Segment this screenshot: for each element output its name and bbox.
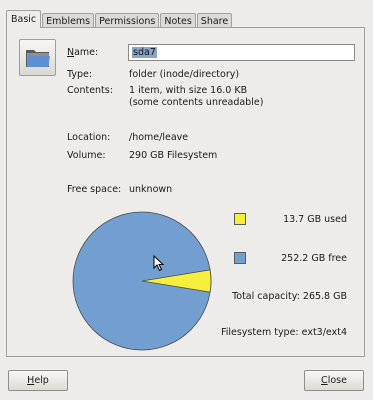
tab-permissions[interactable]: Permissions [95,13,160,28]
help-button[interactable]: Help [8,370,68,391]
contents-label: Contents: [67,85,113,96]
name-value: sda7 [132,47,157,58]
contents-value-line1: 1 item, with size 16.0 KB [129,85,248,96]
tab-share[interactable]: Share [196,13,233,28]
used-color-swatch [234,213,246,225]
contents-value-line2: (some contents unreadable) [129,97,264,108]
type-label: Type: [67,69,93,80]
folder-icon [25,49,50,67]
used-legend-label: 13.7 GB used [283,214,347,225]
tab-notes[interactable]: Notes [160,13,196,28]
volume-value: 290 GB Filesystem [129,150,218,161]
tab-basic[interactable]: Basic [6,10,42,28]
help-button-label: Help [27,375,49,386]
free-legend-label: 252.2 GB free [281,253,347,264]
name-field[interactable]: sda7 [128,44,355,61]
folder-icon-button[interactable] [19,39,56,76]
close-button[interactable]: Close [304,370,364,391]
basic-tab-panel: Name: sda7 Type: folder (inode/directory… [6,27,365,357]
location-label: Location: [67,132,111,143]
name-label: Name: [67,47,99,58]
usage-pie-chart [72,211,212,351]
total-capacity-label: Total capacity: 265.8 GB [232,291,347,302]
tab-bar: Basic Emblems Permissions Notes Share [6,10,233,28]
volume-label: Volume: [67,150,106,161]
filesystem-type-label: Filesystem type: ext3/ext4 [220,327,347,338]
close-button-label: Close [321,375,347,386]
mouse-cursor-icon [153,255,165,272]
location-value: /home/leave [129,132,189,143]
free-color-swatch [234,252,246,264]
free-space-value: unknown [129,184,173,195]
type-value: folder (inode/directory) [129,69,240,80]
tab-emblems[interactable]: Emblems [42,13,95,28]
free-space-label: Free space: [67,184,122,195]
